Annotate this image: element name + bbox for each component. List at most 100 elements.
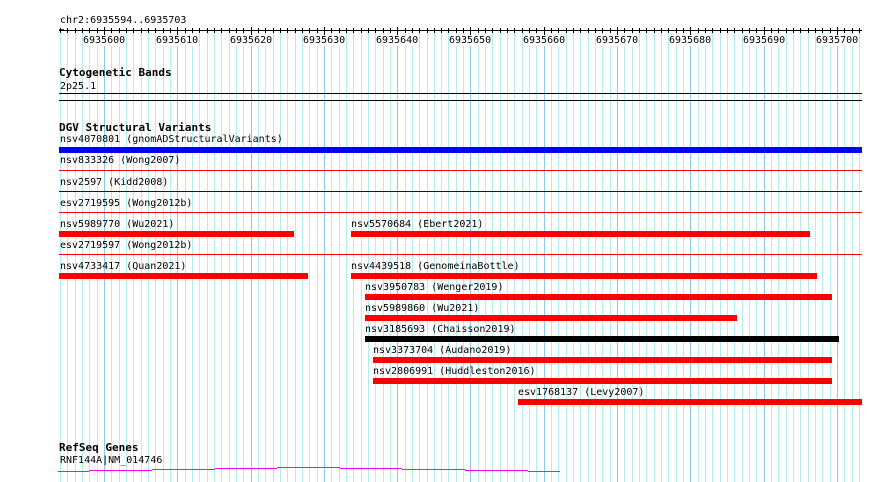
ruler-tick: [361, 28, 362, 33]
grid-line: [265, 28, 266, 482]
ruler-tick: [698, 28, 699, 33]
feature-label[interactable]: nsv2597 (Kidd2008): [60, 177, 168, 188]
feature-bar-nsv4733417[interactable]: [59, 273, 308, 279]
feature-label[interactable]: esv2719595 (Wong2012b): [60, 198, 192, 209]
feature-label[interactable]: nsv5570684 (Ebert2021): [351, 219, 483, 230]
feature-label[interactable]: nsv4733417 (Quan2021): [60, 261, 186, 272]
gene-segment[interactable]: [465, 470, 528, 471]
feature-label[interactable]: nsv3185693 (Chaisson2019): [365, 324, 516, 335]
grid-line: [192, 28, 193, 482]
grid-line: [558, 28, 559, 482]
ruler-tick: [617, 27, 618, 35]
grid-line: [141, 28, 142, 482]
grid-line: [97, 28, 98, 482]
grid-line: [243, 28, 244, 482]
grid-line: [573, 28, 574, 482]
ruler-tick: [419, 28, 420, 33]
grid-line: [368, 28, 369, 482]
gene-segment[interactable]: [528, 471, 560, 472]
feature-label[interactable]: nsv4070801 (gnomADStructuralVariants): [60, 134, 283, 145]
grid-line: [390, 28, 391, 482]
feature-label[interactable]: nsv5989860 (Wu2021): [365, 303, 479, 314]
gene-segment[interactable]: [89, 470, 152, 471]
ruler-tick: [104, 27, 105, 35]
feature-label[interactable]: nsv3950783 (Wenger2019): [365, 282, 503, 293]
feature-line-esv2719597[interactable]: [59, 254, 862, 255]
ruler-tick-label: 6935670: [596, 35, 639, 46]
ruler-tick: [492, 28, 493, 33]
feature-label[interactable]: nsv5989770 (Wu2021): [60, 219, 174, 230]
grid-line: [822, 28, 823, 482]
ruler-tick: [654, 28, 655, 33]
dgv-title: DGV Structural Variants: [59, 121, 212, 134]
feature-bar-esv1768137[interactable]: [518, 399, 862, 405]
grid-line: [317, 28, 318, 482]
ruler-tick: [60, 28, 61, 33]
grid-line: [185, 28, 186, 482]
feature-bar-nsv4070801[interactable]: [59, 147, 862, 153]
ruler-tick: [214, 28, 215, 33]
grid-line: [661, 28, 662, 482]
grid-line: [624, 28, 625, 482]
ruler-tick-label: 6935660: [523, 35, 566, 46]
gene-label[interactable]: RNF144A|NM_014746: [60, 455, 162, 466]
feature-bar-nsv3950783[interactable]: [365, 294, 832, 300]
grid-line: [683, 28, 684, 482]
grid-line: [654, 28, 655, 482]
ruler-tick: [573, 28, 574, 33]
grid-line: [331, 28, 332, 482]
grid-line: [646, 28, 647, 482]
ruler-tick: [331, 28, 332, 33]
ruler-tick: [236, 28, 237, 33]
ruler-tick: [448, 28, 449, 33]
feature-label[interactable]: nsv3373704 (Audano2019): [373, 345, 511, 356]
grid-line: [734, 28, 735, 482]
feature-label[interactable]: nsv4439518 (GenomeinaBottle): [351, 261, 520, 272]
gene-segment[interactable]: [152, 469, 215, 470]
feature-label[interactable]: nsv2806991 (Huddleston2016): [373, 366, 536, 377]
feature-line-nsv2597[interactable]: [59, 191, 862, 192]
grid-line: [104, 28, 105, 482]
grid-line: [478, 28, 479, 482]
grid-line: [698, 28, 699, 482]
feature-bar-nsv5989860[interactable]: [365, 315, 737, 321]
feature-bar-nsv3373704[interactable]: [373, 357, 832, 363]
gene-segment[interactable]: [58, 471, 89, 472]
feature-bar-nsv4439518[interactable]: [351, 273, 817, 279]
grid-line: [229, 28, 230, 482]
grid-line: [859, 28, 860, 482]
grid-line: [522, 28, 523, 482]
feature-bar-nsv3185693[interactable]: [365, 336, 839, 342]
feature-line-nsv833326[interactable]: [59, 170, 862, 171]
grid-line: [383, 28, 384, 482]
grid-line: [287, 28, 288, 482]
grid-line: [280, 28, 281, 482]
grid-line: [111, 28, 112, 482]
feature-label[interactable]: esv2719597 (Wong2012b): [60, 240, 192, 251]
grid-line: [177, 28, 178, 482]
grid-line: [852, 28, 853, 482]
ruler-tick: [346, 28, 347, 33]
ruler-tick: [243, 28, 244, 33]
ruler-tick: [514, 28, 515, 33]
gene-segment[interactable]: [402, 469, 465, 470]
grid-line: [60, 28, 61, 482]
ruler-tick: [588, 28, 589, 33]
refseq-title: RefSeq Genes: [59, 441, 139, 454]
feature-label[interactable]: nsv833326 (Wong2007): [60, 155, 180, 166]
feature-bar-nsv5570684[interactable]: [351, 231, 810, 237]
ruler-tick: [353, 28, 354, 33]
ruler-tick: [676, 28, 677, 33]
feature-bar-nsv5989770[interactable]: [59, 231, 294, 237]
ruler-tick: [82, 28, 83, 33]
gene-segment[interactable]: [277, 467, 340, 468]
ruler-tick: [89, 28, 90, 33]
gene-segment[interactable]: [215, 468, 277, 469]
feature-line-esv2719595[interactable]: [59, 212, 862, 213]
ruler-tick: [375, 28, 376, 33]
feature-bar-nsv2806991[interactable]: [373, 378, 832, 384]
gene-segment[interactable]: [340, 468, 402, 469]
ruler-tick: [529, 28, 530, 33]
grid-line: [830, 28, 831, 482]
feature-label[interactable]: esv1768137 (Levy2007): [518, 387, 644, 398]
